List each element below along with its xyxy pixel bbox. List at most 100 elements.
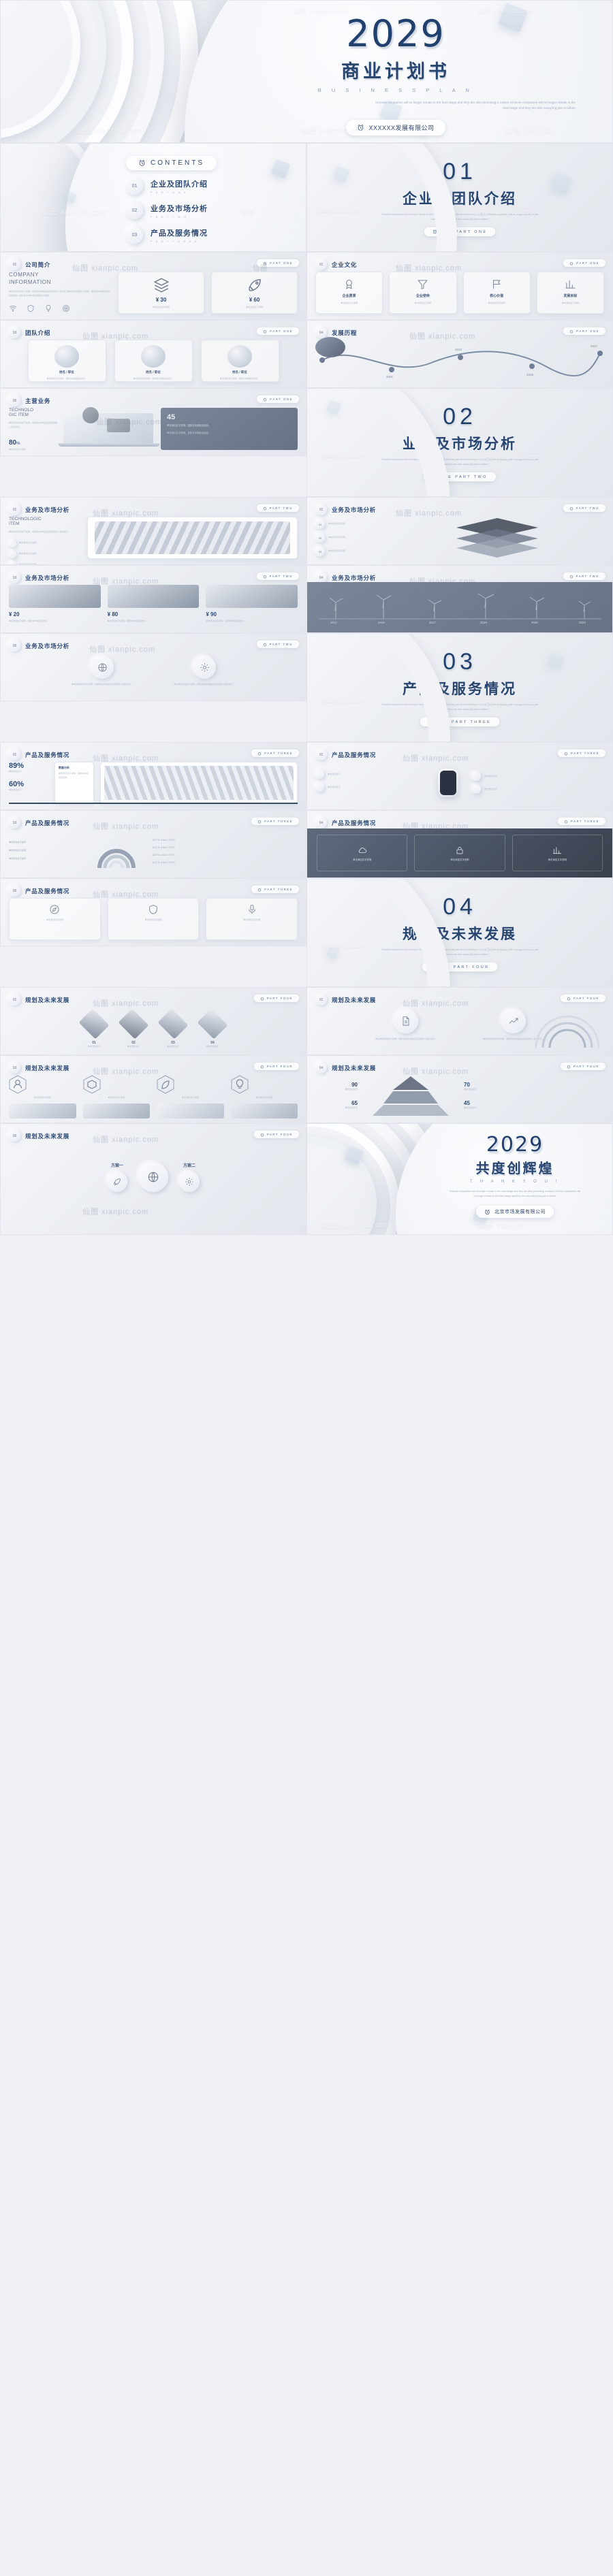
product-card[interactable]: 单击添加文字说明 [206,898,298,940]
slide-market-1: 01 业务及市场分析 PART TWO TECHNOLOGIC ITEM 单击添… [0,497,306,565]
bulb-icon [46,304,51,312]
layers-icon [153,278,169,293]
year-label: 2016 [378,621,385,624]
plan-label: 方案一 [110,1164,123,1168]
team-member-card[interactable]: 姓名 / 职位 单击添加文字说明，复制文本黏贴自此处。 [27,340,106,382]
content-row-11: 03 规划及未来发展 PART FOUR 单击添加文字说明 单击添加文字说明 单… [0,1055,613,1123]
culture-tile[interactable]: 核心价值 单击添加文字说明 [462,272,531,314]
slide-part-badge: PART ONE [563,327,606,335]
feature-text: 单击添加文字 [328,772,341,775]
radial-label: DATA ANALYSIS [153,838,176,841]
slide-body: TECHNOLOGIC ITEM 单击添加标题文字说明，或复制文本黏贴自此直接输… [9,517,298,564]
alarm-clock-icon [567,1065,571,1068]
dark-card[interactable]: 单击添加文字说明 [317,835,408,871]
plan-option[interactable]: 方案一 [107,1162,127,1192]
dark-card[interactable]: 单击添加文字说明 [512,835,603,871]
slide-title: 规划及未来发展 [25,1064,70,1072]
plan-label: 方案二 [183,1164,195,1168]
plan-text: 单击添加标题文字说明，或复制文本黏贴自此直接输入您的文字。 [375,1037,437,1040]
card-sub: 单击添加文字说明 [246,305,263,308]
feature-row: 单击添加文字 [472,785,604,794]
stat-unit: % [16,441,20,446]
price-column[interactable]: ¥ 90 单击添加文字说明，复制文本黏贴自此处。 [206,585,298,627]
step-block[interactable]: 02 单击添加文字 [117,1007,150,1049]
percent-label: 单击添加文字 [9,770,22,773]
feature-block[interactable]: 单击添加标题文字说明，或复制文本黏贴自此直接输入您的文字。 [61,656,143,687]
toc-item[interactable]: 01 企业及团队介绍 P A R T O N E [126,178,296,195]
price-column[interactable]: ¥ 20 单击添加文字说明，复制文本黏贴自此处。 [9,585,101,627]
plan-option[interactable]: 方案二 [179,1162,200,1192]
tile-text: 单击添加文字说明 [341,302,358,304]
slide-number: 05 [9,395,20,406]
alarm-clock-icon [264,329,267,333]
center-node [138,1162,168,1192]
section-divider-03: 03 产品及服务情况 Chinese companies will no lon… [306,633,613,742]
culture-tile[interactable]: 企业愿景 单击添加文字说明 [315,272,383,314]
content-row-1: 01 公司简介 PART ONE COMPANY INFORMATION 单击添… [0,252,613,320]
wifi-icon [9,305,17,312]
slide-body: 89% 单击添加文字 60% 单击添加文字 数据分析 单击添加文字说明，复制文本… [9,762,298,804]
team-member-card[interactable]: 姓名 / 职位 单击添加文字说明，复制文本黏贴自此处。 [114,340,193,382]
slide-body: 01 单击添加文字说明 02 单击添加文字说明 03 单击添加文字说明 [315,517,604,559]
stacked-diamonds-diagram [456,518,538,558]
slide-title: 产品及服务情况 [25,819,70,826]
cover-text-block: 2029 商业计划书 B U S I N E S S P L A N Chine… [205,16,586,135]
product-card[interactable]: 单击添加文字说明 [107,898,200,940]
hex-block[interactable]: 单击添加文字说明 [231,1075,298,1100]
pyramid-value: 70 [464,1082,470,1089]
culture-tile[interactable]: 发展目标 单击添加文字说明 [536,272,604,314]
alarm-clock-icon [260,1065,264,1068]
slide-product-4: 04 产品及服务情况 PART THREE 单击添加文字说明 单击添加文字说明 [306,810,613,878]
info-card[interactable]: ¥ 30 单击添加文字说明 [118,272,204,314]
price-text: 单击添加文字说明，复制文本黏贴自此处。 [9,619,49,622]
layer-row: 01 单击添加文字说明 [315,519,438,529]
slide-number: 01 [9,259,20,270]
feature-block[interactable]: 单击添加标题文字说明，或复制文本黏贴自此直接输入您的文字。 [163,656,245,687]
dark-feature-panel: 单击添加文字说明 单击添加文字说明 单击添加文字说明 [307,828,612,878]
feature-row: 单击添加文字 [472,772,604,781]
step-block[interactable]: 01 单击添加文字 [78,1007,110,1049]
hex-block[interactable]: 单击添加文字说明 [9,1075,76,1100]
slide-body: TECHNOLO GIC ITEM 单击添加标题文字说明，或复制文本黏贴自此直接… [9,407,298,451]
timeline-year: 2021 [386,375,394,379]
dark-card-title: 单击添加文字说明 [548,858,567,861]
toc-item[interactable]: 03 产品及服务情况 P A R T T H R E E [126,227,296,244]
info-card[interactable]: ¥ 60 单击添加文字说明 [211,272,298,314]
team-member-card[interactable]: 姓名 / 职位 单击添加文字说明，复制文本黏贴自此处。 [200,340,279,382]
cloud-icon [358,847,366,853]
bulb-icon [231,1075,248,1094]
shield-icon [27,304,34,312]
card-sub: 单击添加文字说明 [153,305,170,308]
slide-number: 01 [9,994,20,1005]
content-row-12: 05 规划及未来发展 PART FOUR 方案一 方案二 仙图 xianpic.… [0,1123,613,1235]
layer-row: 02 单击添加文字说明 [315,533,438,543]
slide-title: 企业文化 [332,261,358,268]
slide-part-label: PART FOUR [266,997,293,1000]
product-card[interactable]: 单击添加文字说明 [9,898,101,940]
hex-block[interactable]: 单击添加文字说明 [157,1075,224,1100]
stat-value: 80 [9,438,17,447]
slide-product-3: 03 产品及服务情况 PART THREE 单击添加文字说明 单击添加文字说明 … [0,810,306,878]
ending-paragraph: Chinese companies will no longer remain … [449,1190,581,1197]
ending-company-badge: 北京市场发展有限公司 [476,1206,554,1219]
slide-part-badge: PART ONE [563,259,606,267]
note-card[interactable]: 数据分析 单击添加文字说明，复制文本黏贴自此处。 [54,762,94,804]
slide-number: 03 [9,572,20,583]
tile-text: 单击添加文字说明 [414,302,432,304]
section-divider-04: 04 规划及未来发展 Chinese companies will no lon… [306,878,613,987]
slide-title: 业务及市场分析 [25,574,70,581]
plan-card[interactable]: 单击添加标题文字说明，或复制文本黏贴自此直接输入您的文字。 [362,1009,450,1042]
dark-card[interactable]: 单击添加文字说明 [414,835,505,871]
slide-product-5: 05 产品及服务情况 PART THREE 单击添加文字说明 单击添加文字说明 [0,878,306,946]
price-column[interactable]: ¥ 80 单击添加文字说明，复制文本黏贴自此处。 [107,585,200,627]
alarm-clock-icon [260,997,264,1000]
step-block[interactable]: 04 单击添加文字 [196,1007,229,1049]
chart-icon [565,280,576,289]
culture-tile[interactable]: 企业使命 单击添加文字说明 [389,272,457,314]
slide-number: 03 [9,817,20,828]
toc-item[interactable]: 02 业务及市场分析 P A R T T W O [126,202,296,219]
content-row-2: 03 团队介绍 PART ONE 姓名 / 职位 单击添加文字说明，复制文本黏贴… [0,320,613,388]
toc-sublabel: P A R T T W O [151,215,188,219]
hex-block[interactable]: 单击添加文字说明 [83,1075,151,1100]
step-block[interactable]: 03 单击添加文字 [157,1007,189,1049]
